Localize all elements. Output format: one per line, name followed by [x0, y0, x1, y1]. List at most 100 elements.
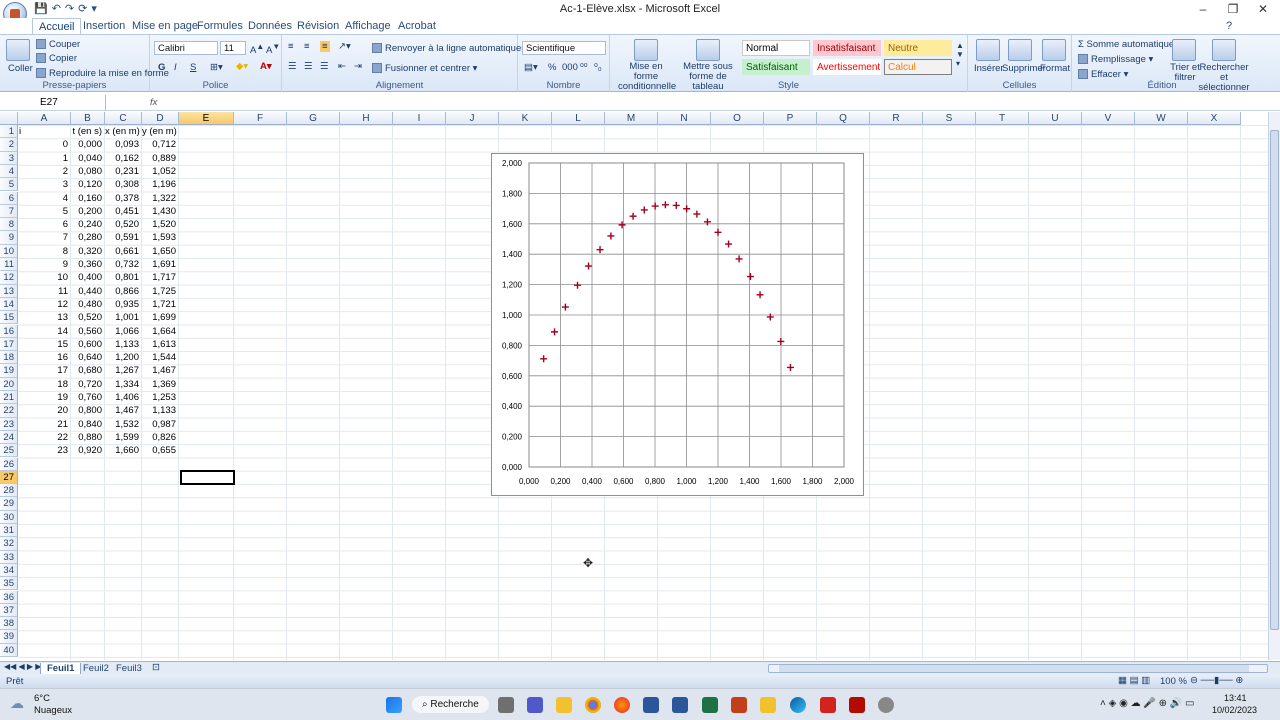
row-header-18[interactable]: 18 [0, 351, 18, 365]
scatter-chart[interactable]: 0,000 0,200 0,400 0,600 0,800 1,000 1,200 1,400… [491, 153, 864, 496]
restore-button[interactable]: ❐ [1218, 2, 1248, 16]
style-calcul[interactable]: Calcul [884, 59, 952, 75]
cell-d1[interactable]: y (en m) [142, 125, 179, 138]
row-header-12[interactable]: 12 [0, 271, 18, 285]
row-header-7[interactable]: 7 [0, 204, 18, 219]
column-header-k[interactable]: K [499, 112, 552, 125]
tab-revision[interactable]: Révision [297, 20, 339, 32]
cell-a22[interactable]: 20 [18, 404, 71, 417]
excel-icon[interactable] [702, 697, 718, 713]
row-header-14[interactable]: 14 [0, 297, 18, 312]
cell-d25[interactable]: 0,655 [142, 444, 179, 457]
weather-cloud-icon[interactable]: ☁ [10, 695, 24, 712]
weather-temp[interactable]: 6°C [34, 693, 50, 704]
cell-b9[interactable]: 0,280 [71, 231, 105, 244]
tab-insertion[interactable]: Insertion [83, 20, 125, 32]
tab-donnees[interactable]: Données [248, 20, 292, 32]
row-header-25[interactable]: 25 [0, 444, 18, 458]
column-header-b[interactable]: B [71, 112, 105, 125]
cell-a17[interactable]: 15 [18, 338, 71, 351]
row-header-19[interactable]: 19 [0, 364, 18, 378]
column-header-r[interactable]: R [870, 112, 923, 125]
cell-b15[interactable]: 0,520 [71, 311, 105, 324]
cell-a15[interactable]: 13 [18, 311, 71, 324]
cell-c3[interactable]: 0,162 [105, 152, 142, 165]
cell-d8[interactable]: 1,520 [142, 218, 179, 231]
name-box[interactable]: E27 [0, 95, 106, 110]
cell-c8[interactable]: 0,520 [105, 218, 142, 231]
row-header-2[interactable]: 2 [0, 138, 18, 152]
cell-d5[interactable]: 1,196 [142, 178, 179, 191]
row-header-35[interactable]: 35 [0, 577, 18, 591]
cell-b7[interactable]: 0,200 [71, 205, 105, 218]
cell-a14[interactable]: 12 [18, 298, 71, 311]
cell-b18[interactable]: 0,640 [71, 351, 105, 364]
percent-button[interactable]: % [548, 62, 556, 73]
cell-b13[interactable]: 0,440 [71, 285, 105, 298]
grow-font-icon[interactable]: A▲ [250, 42, 264, 56]
active-cell-e27[interactable] [180, 470, 235, 485]
row-header-38[interactable]: 38 [0, 617, 18, 631]
copy-button[interactable]: Copier [36, 53, 77, 64]
mail-icon[interactable] [643, 697, 659, 713]
style-neutre[interactable]: Neutre [884, 40, 952, 56]
align-center-icon[interactable]: ☰ [304, 61, 313, 72]
increase-decimal-icon[interactable]: ⁰⁰ [580, 62, 588, 73]
column-header-d[interactable]: D [142, 112, 179, 125]
cell-d22[interactable]: 1,133 [142, 404, 179, 417]
cell-c7[interactable]: 0,451 [105, 205, 142, 218]
decrease-decimal-icon[interactable]: ⁰₀ [594, 62, 602, 73]
cell-c19[interactable]: 1,267 [105, 364, 142, 377]
cell-a6[interactable]: 4 [18, 192, 71, 205]
cell-a21[interactable]: 19 [18, 391, 71, 404]
windows-start-icon[interactable] [386, 697, 402, 713]
format-painter-button[interactable]: Reproduire la mise en forme [36, 68, 169, 79]
cell-a4[interactable]: 2 [18, 165, 71, 178]
align-right-icon[interactable]: ☰ [320, 61, 329, 72]
row-header-39[interactable]: 39 [0, 630, 18, 644]
font-color-icon[interactable]: A▾ [260, 61, 272, 72]
bold-button[interactable]: G [158, 62, 165, 73]
taskbar-search[interactable]: ⌕ Recherche [412, 696, 489, 713]
shrink-font-icon[interactable]: A▼ [266, 42, 280, 56]
cell-c6[interactable]: 0,378 [105, 192, 142, 205]
cell-a5[interactable]: 3 [18, 178, 71, 191]
clock-time[interactable]: 13:41 [1224, 693, 1247, 703]
cell-c14[interactable]: 0,935 [105, 298, 142, 311]
cell-b8[interactable]: 0,240 [71, 218, 105, 231]
select-all-corner[interactable] [0, 112, 18, 125]
paste-button[interactable]: Coller [8, 63, 33, 74]
cell-d3[interactable]: 0,889 [142, 152, 179, 165]
cell-c25[interactable]: 1,660 [105, 444, 142, 457]
row-header-26[interactable]: 26 [0, 457, 18, 471]
cell-b5[interactable]: 0,120 [71, 178, 105, 191]
column-header-t[interactable]: T [976, 112, 1029, 125]
cell-b22[interactable]: 0,800 [71, 404, 105, 417]
cell-d19[interactable]: 1,467 [142, 364, 179, 377]
style-insatisfaisant[interactable]: Insatisfaisant [813, 40, 881, 56]
cell-c16[interactable]: 1,066 [105, 325, 142, 338]
insert-button[interactable]: Insérer [974, 63, 1004, 74]
worksheet-grid[interactable]: ABCDEFGHIJKLMNOPQRSTUVWX 1 2 3 4 5 6 7 8 9 10 11 12… [0, 112, 1268, 660]
cell-d11[interactable]: 1,691 [142, 258, 179, 271]
clear-button[interactable]: Effacer ▾ [1078, 69, 1128, 80]
cell-a7[interactable]: 5 [18, 205, 71, 218]
row-header-33[interactable]: 33 [0, 550, 18, 564]
cell-b4[interactable]: 0,080 [71, 165, 105, 178]
row-header-31[interactable]: 31 [0, 524, 18, 538]
cell-b12[interactable]: 0,400 [71, 271, 105, 284]
clock-date[interactable]: 10/02/2023 [1212, 705, 1257, 715]
row-header-36[interactable]: 36 [0, 590, 18, 604]
row-header-30[interactable]: 30 [0, 510, 18, 524]
powerpoint-icon[interactable] [731, 697, 747, 713]
cell-c18[interactable]: 1,200 [105, 351, 142, 364]
orientation-icon[interactable]: ↗▾ [338, 41, 351, 52]
column-header-i[interactable]: I [393, 112, 446, 125]
underline-button[interactable]: S [190, 62, 196, 73]
cell-d10[interactable]: 1,650 [142, 245, 179, 258]
column-header-q[interactable]: Q [817, 112, 870, 125]
column-header-n[interactable]: N [658, 112, 711, 125]
cell-c1[interactable]: x (en m) [105, 125, 142, 138]
help-icon[interactable]: ? [1226, 20, 1232, 32]
align-middle-icon[interactable]: ≡ [304, 41, 310, 52]
